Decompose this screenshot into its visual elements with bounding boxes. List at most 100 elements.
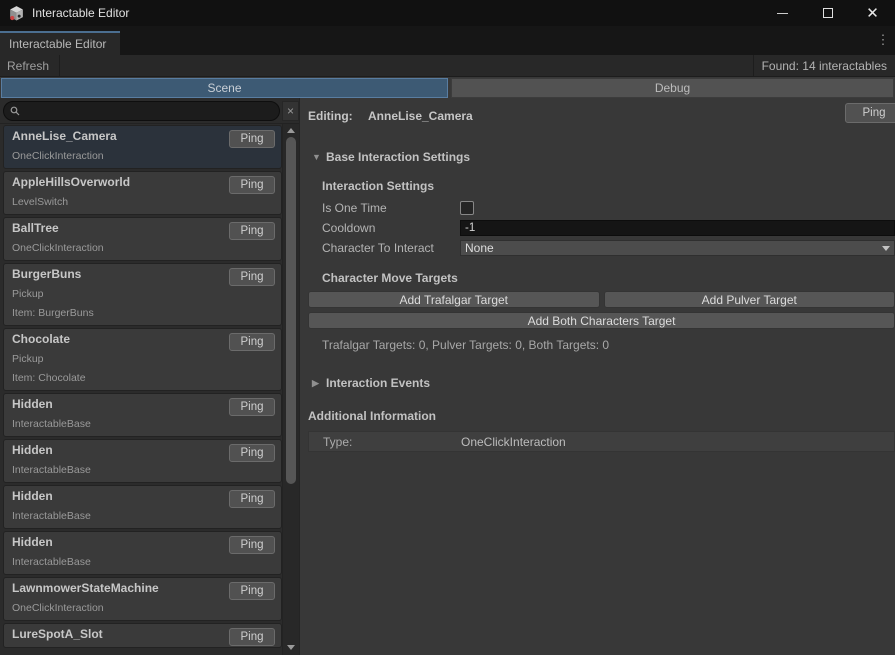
list-item[interactable]: Hidden InteractableBase Ping (3, 531, 282, 575)
editing-row: Editing: AnneLise_Camera (308, 106, 895, 126)
is-one-time-checkbox[interactable] (460, 201, 474, 215)
toolbar: Refresh Found: 14 interactables (0, 55, 895, 77)
list-item[interactable]: Hidden InteractableBase Ping (3, 393, 282, 437)
additional-information-header: Additional Information (308, 409, 895, 423)
foldout-open-icon: ▼ (312, 152, 326, 162)
type-row: Type: OneClickInteraction (308, 431, 895, 452)
dropdown-value: None (465, 241, 494, 255)
list-item[interactable]: LawnmowerStateMachine OneClickInteractio… (3, 577, 282, 621)
tab-interactable-editor[interactable]: Interactable Editor (0, 31, 120, 55)
interactable-list-panel: × AnneLise_Camera OneClickInteraction Pi… (0, 98, 300, 655)
list-item-subtitle: InteractableBase (12, 418, 275, 431)
editor-ping-button[interactable]: Ping (845, 103, 895, 123)
list-item-sublines: OneClickInteraction (12, 242, 275, 255)
list-item-subtitle: Pickup (12, 353, 275, 366)
character-to-interact-dropdown[interactable]: None (460, 240, 895, 256)
scroll-down-arrow-icon[interactable] (283, 641, 299, 654)
list-item[interactable]: AppleHillsOverworld LevelSwitch Ping (3, 171, 282, 215)
ping-button[interactable]: Ping (229, 268, 275, 286)
list-item-sublines: OneClickInteraction (12, 602, 275, 615)
cooldown-field[interactable] (460, 220, 895, 236)
list-item-sublines: Pickup Item: BurgerBuns (12, 288, 275, 320)
list-wrap: AnneLise_Camera OneClickInteraction Ping… (0, 124, 299, 655)
search-input[interactable] (24, 105, 273, 117)
list-item-sublines: OneClickInteraction (12, 150, 275, 163)
list-item[interactable]: AnneLise_Camera OneClickInteraction Ping (3, 125, 282, 169)
maximize-button[interactable] (805, 0, 850, 26)
list-item-subtitle: Item: BurgerBuns (12, 307, 275, 320)
app-cube-icon (8, 5, 25, 22)
kebab-menu-icon[interactable]: ⋮ (875, 32, 891, 48)
window-controls: ✕ (760, 0, 895, 26)
tab-scene[interactable]: Scene (1, 78, 448, 98)
scrollbar-thumb[interactable] (286, 137, 296, 484)
list-item-subtitle: InteractableBase (12, 556, 275, 569)
list-item-sublines: LevelSwitch (12, 196, 275, 209)
add-trafalgar-target-button[interactable]: Add Trafalgar Target (308, 291, 600, 308)
close-button[interactable]: ✕ (850, 0, 895, 26)
interaction-settings-header: Interaction Settings (322, 179, 895, 193)
list-item-sublines: Pickup Item: Chocolate (12, 353, 275, 385)
list-item-subtitle: InteractableBase (12, 510, 275, 523)
search-box[interactable] (3, 101, 280, 121)
window-title: Interactable Editor (32, 6, 129, 20)
add-pulver-target-button[interactable]: Add Pulver Target (604, 291, 895, 308)
editing-label: Editing: (308, 109, 368, 123)
list-item[interactable]: Chocolate PickupItem: Chocolate Ping (3, 328, 282, 391)
foldout-label: Base Interaction Settings (326, 150, 470, 164)
ping-button[interactable]: Ping (229, 444, 275, 462)
type-label: Type: (323, 435, 461, 449)
toolbar-spacer (60, 55, 753, 76)
add-both-characters-target-button[interactable]: Add Both Characters Target (308, 312, 895, 329)
character-to-interact-label: Character To Interact (322, 241, 460, 255)
type-value: OneClickInteraction (461, 435, 566, 449)
interactable-editor-window: Interactable Editor ✕ Interactable Edito… (0, 0, 895, 655)
list-item[interactable]: Hidden InteractableBase Ping (3, 439, 282, 483)
list-item-sublines: InteractableBase (12, 556, 275, 569)
editing-target-name: AnneLise_Camera (368, 109, 473, 123)
list-item[interactable]: BurgerBuns PickupItem: BurgerBuns Ping (3, 263, 282, 326)
list-item[interactable]: LureSpotA_Slot Ping (3, 623, 282, 648)
ping-button[interactable]: Ping (229, 490, 275, 508)
list-item[interactable]: BallTree OneClickInteraction Ping (3, 217, 282, 261)
list-item-subtitle: OneClickInteraction (12, 602, 275, 615)
minimize-button[interactable] (760, 0, 805, 26)
interactable-list: AnneLise_Camera OneClickInteraction Ping… (0, 124, 282, 655)
list-item-subtitle: OneClickInteraction (12, 242, 275, 255)
list-item[interactable]: Hidden InteractableBase Ping (3, 485, 282, 529)
editor-tab-bar: Interactable Editor ⋮ (0, 26, 895, 55)
base-interaction-settings-foldout[interactable]: ▼ Base Interaction Settings (312, 150, 895, 164)
ping-button[interactable]: Ping (229, 222, 275, 240)
ping-button[interactable]: Ping (229, 582, 275, 600)
ping-button[interactable]: Ping (229, 628, 275, 646)
character-to-interact-row: Character To Interact None (322, 240, 895, 256)
tab-debug[interactable]: Debug (451, 78, 894, 98)
search-clear-button[interactable]: × (282, 101, 299, 121)
list-item-subtitle: InteractableBase (12, 464, 275, 477)
refresh-button[interactable]: Refresh (0, 55, 60, 76)
view-tab-strip: Scene Debug (0, 77, 895, 98)
content-area: × AnneLise_Camera OneClickInteraction Pi… (0, 98, 895, 655)
list-item-subtitle: Pickup (12, 288, 275, 301)
foldout-label: Interaction Events (326, 376, 430, 390)
list-item-sublines: InteractableBase (12, 464, 275, 477)
list-item-subtitle: LevelSwitch (12, 196, 275, 209)
list-item-subtitle: Item: Chocolate (12, 372, 275, 385)
ping-button[interactable]: Ping (229, 536, 275, 554)
list-scrollbar[interactable] (282, 124, 299, 655)
ping-button[interactable]: Ping (229, 176, 275, 194)
is-one-time-label: Is One Time (322, 201, 460, 215)
close-icon: ✕ (866, 6, 879, 21)
maximize-icon (823, 8, 833, 18)
magnifier-icon (10, 106, 20, 116)
tab-label: Interactable Editor (9, 37, 106, 51)
found-count-label: Found: 14 interactables (753, 55, 895, 76)
character-move-targets-header: Character Move Targets (322, 271, 895, 285)
cooldown-row: Cooldown (322, 220, 895, 236)
cooldown-label: Cooldown (322, 221, 460, 235)
ping-button[interactable]: Ping (229, 130, 275, 148)
ping-button[interactable]: Ping (229, 333, 275, 351)
ping-button[interactable]: Ping (229, 398, 275, 416)
interaction-events-foldout[interactable]: ▶ Interaction Events (312, 376, 895, 390)
scroll-up-arrow-icon[interactable] (283, 124, 299, 137)
